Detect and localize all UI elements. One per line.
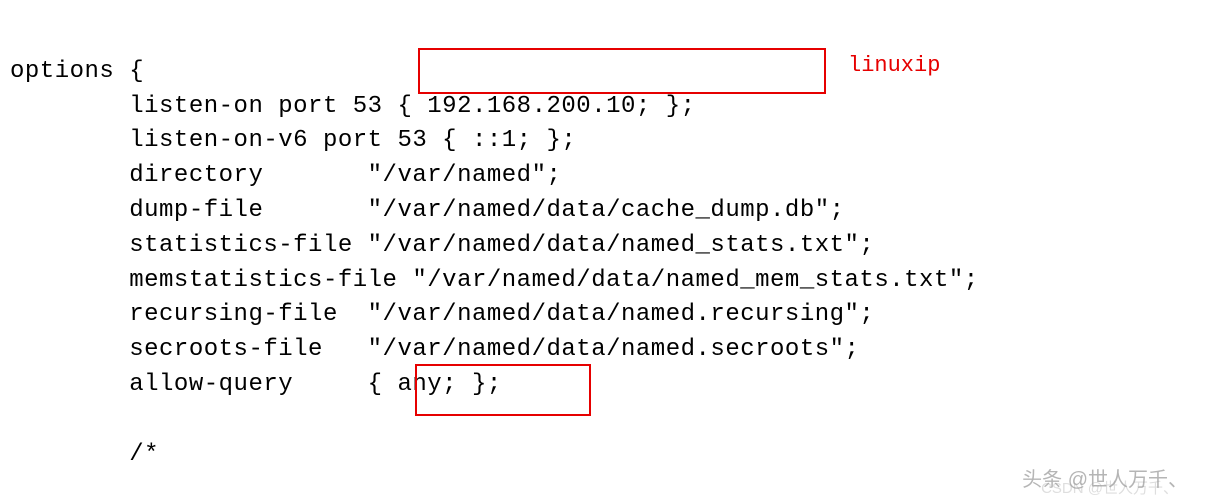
code-line-listen-on: listen-on port 53 { 192.168.200.10; };: [10, 93, 696, 120]
annotation-linuxip: linuxip: [848, 53, 940, 78]
config-code-block: options { listen-on port 53 { 192.168.20…: [0, 0, 1218, 492]
code-line-options: options {: [10, 58, 144, 85]
code-line-comment-start: /*: [10, 441, 159, 468]
code-line-secroots-file: secroots-file "/var/named/data/named.sec…: [10, 336, 859, 363]
code-line-recursing-file: recursing-file "/var/named/data/named.re…: [10, 301, 874, 328]
code-line-statistics-file: statistics-file "/var/named/data/named_s…: [10, 232, 874, 259]
code-line-memstatistics-file: memstatistics-file "/var/named/data/name…: [10, 267, 979, 294]
code-line-allow-query: allow-query { any; };: [10, 371, 502, 398]
code-line-directory: directory "/var/named";: [10, 162, 561, 189]
code-line-listen-on-v6: listen-on-v6 port 53 { ::1; };: [10, 127, 576, 154]
watermark-secondary: CSDN @世人万千、: [1041, 477, 1178, 498]
code-line-dump-file: dump-file "/var/named/data/cache_dump.db…: [10, 197, 845, 224]
